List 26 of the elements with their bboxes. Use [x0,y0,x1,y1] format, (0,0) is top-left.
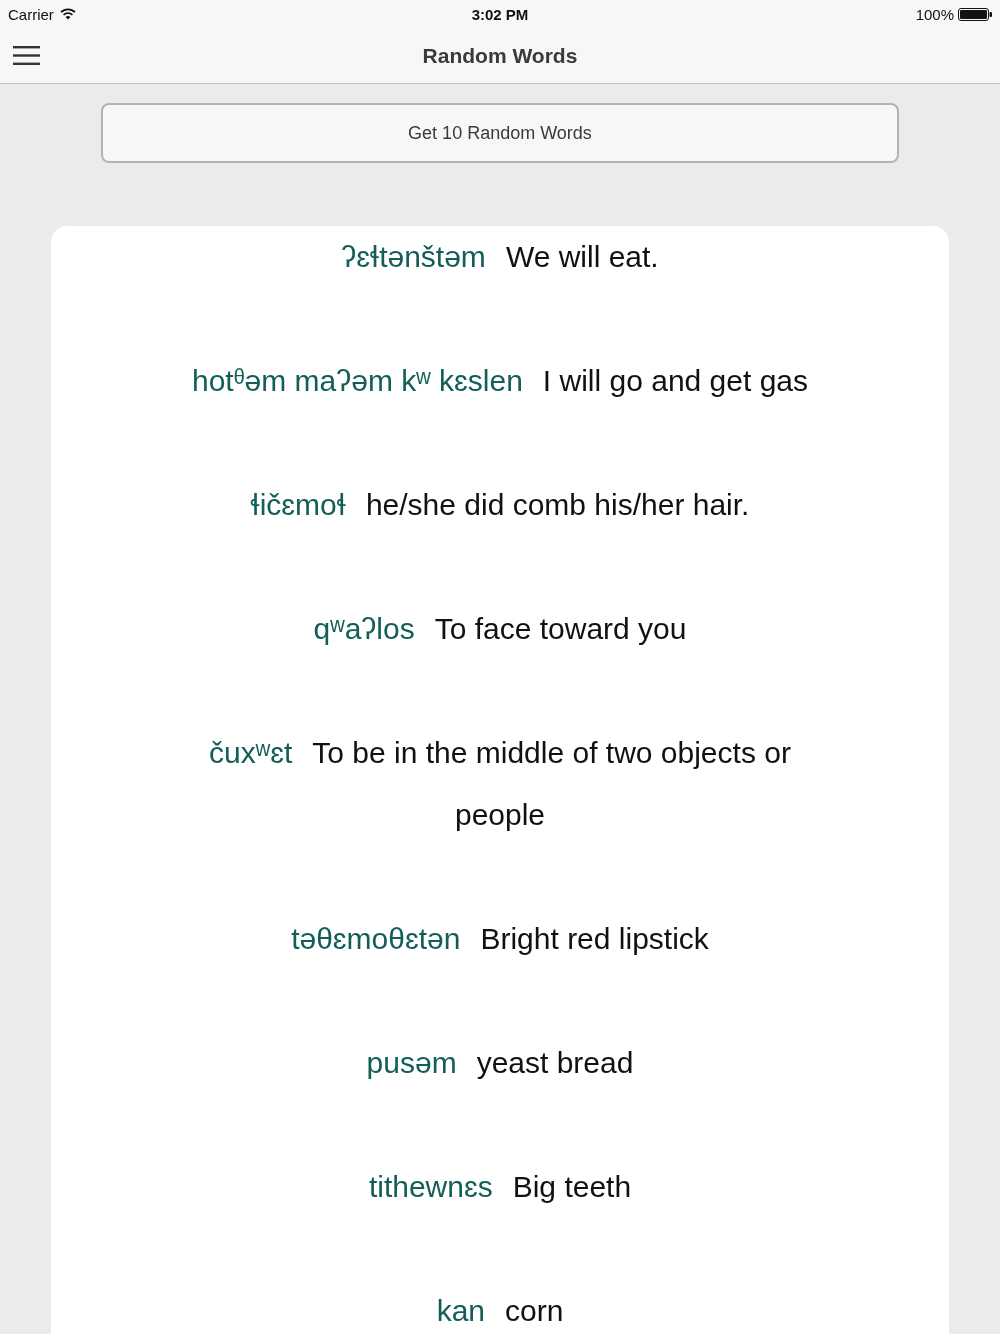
word-translation: We will eat. [505,240,659,273]
word-translation: corn [505,1294,564,1327]
status-time: 3:02 PM [471,5,529,23]
battery-percent: 100% [915,5,954,23]
native-word: kan [436,1294,485,1327]
word-translation: yeast bread [476,1046,634,1079]
native-word: pusəm [366,1046,457,1079]
word-translation: Big teeth [512,1170,632,1203]
native-word: hotᶿəm maʔəm kʷ kɛslen [191,364,523,397]
menu-icon[interactable] [13,46,40,65]
word-translation: he/she did comb his/her hair. [365,488,750,521]
native-word: təθɛmoθɛtən [291,922,461,955]
word-translation: I will go and get gas [542,364,809,397]
battery-icon [958,7,992,21]
nav-title: Random Words [422,43,578,68]
native-word: ʔɛɬtənštəm [341,240,486,273]
wifi-icon [59,8,76,20]
native-word: qʷaʔlos [313,612,415,645]
word-translation: To be in the middle of two objects or people [312,736,791,831]
get-words-button[interactable]: Get 10 Random Words [101,103,899,163]
word-translation: To face toward you [434,612,687,645]
native-word: čuxʷɛt [209,736,293,769]
native-word: ɬičɛmoɬ [250,488,346,521]
carrier-label: Carrier [8,5,54,23]
native-word: tithewnɛs [368,1170,493,1203]
word-translation: Bright red lipstick [480,922,709,955]
